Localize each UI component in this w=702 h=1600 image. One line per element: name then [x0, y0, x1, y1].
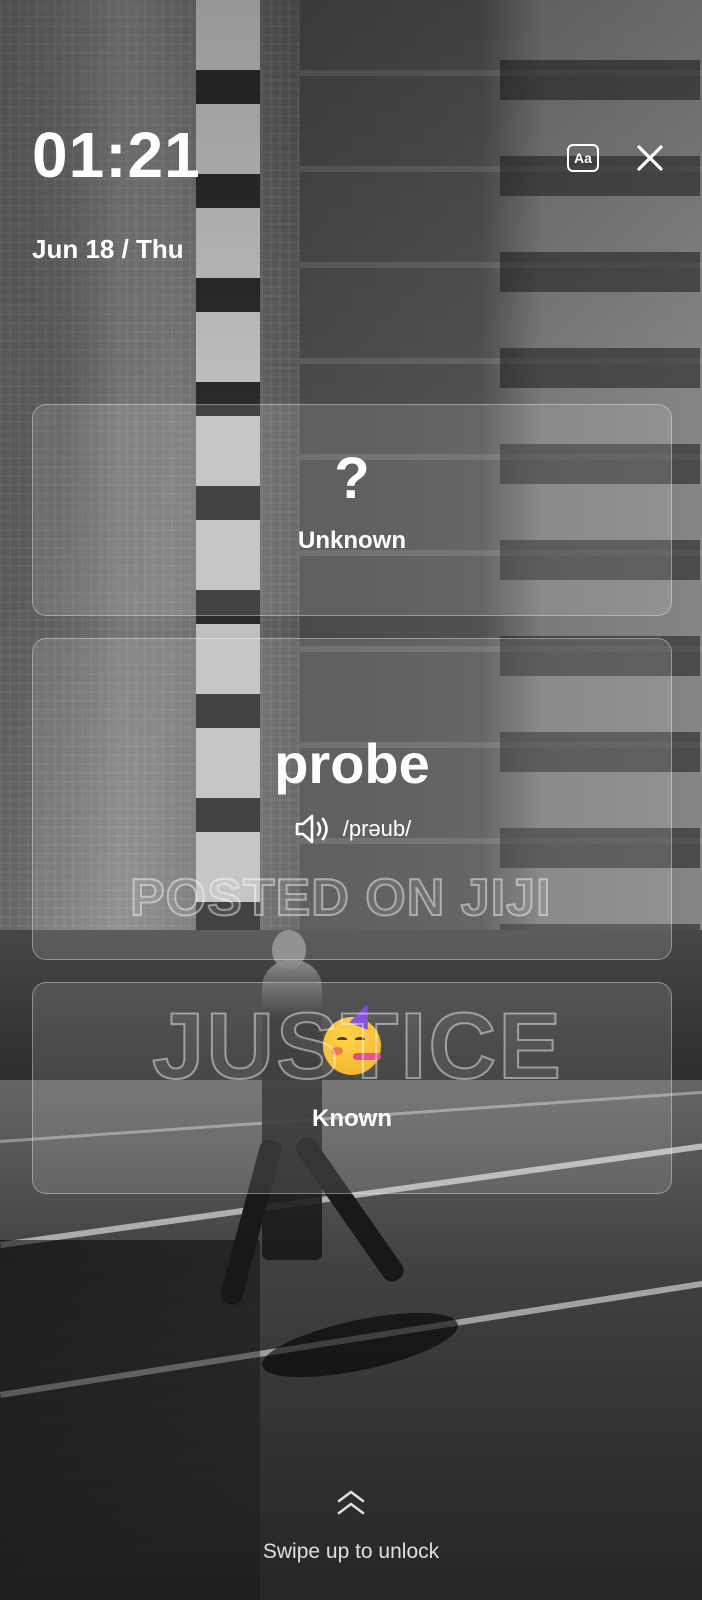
close-button[interactable]	[630, 138, 670, 178]
known-label: Known	[312, 1105, 392, 1132]
close-icon	[637, 145, 663, 171]
swipe-to-unlock-hint: Swipe up to unlock	[262, 1540, 440, 1563]
chevron-up-double-icon	[330, 1488, 372, 1520]
font-size-button[interactable]: Aa	[564, 138, 602, 178]
watermark-justice: JUSTICE	[151, 992, 563, 1099]
speaker-icon[interactable]	[293, 812, 333, 846]
lockscreen-clock: 01:21	[32, 119, 201, 191]
unknown-card[interactable]: ? Unknown	[32, 404, 672, 616]
unknown-label: Unknown	[298, 527, 406, 554]
phonetic-text: /prəub/	[342, 816, 412, 841]
vocab-word: probe	[274, 732, 430, 795]
lockscreen-date: Jun 18 / Thu	[32, 234, 184, 264]
watermark-posted-on-jiji: POSTED ON JIJI	[129, 868, 552, 928]
question-mark-icon: ?	[334, 446, 370, 511]
font-size-icon: Aa	[567, 144, 599, 172]
pronunciation-row[interactable]: /prəub/	[293, 812, 412, 846]
